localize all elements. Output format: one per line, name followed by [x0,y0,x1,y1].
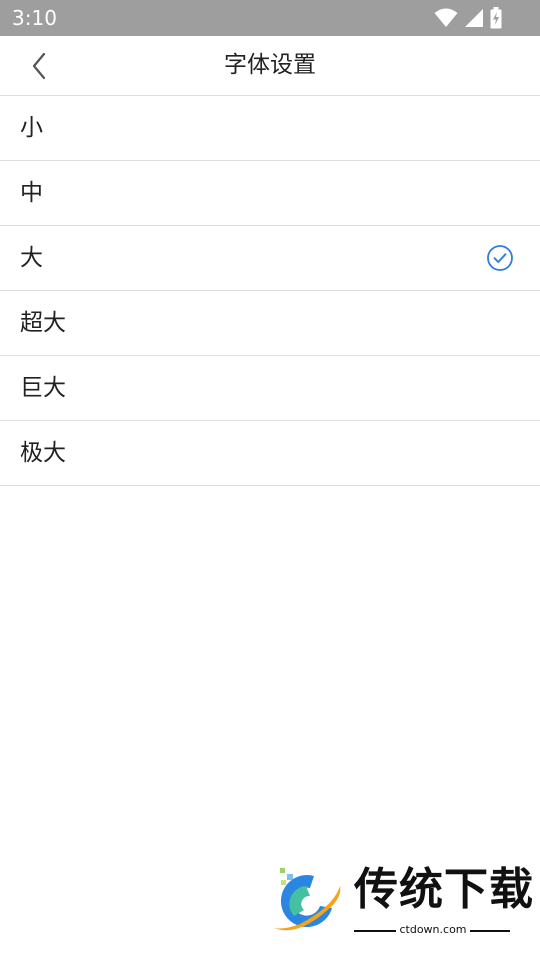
option-label: 大 [20,245,43,271]
option-label: 中 [20,180,43,206]
watermark-url: ctdown.com [399,923,467,936]
watermark-logo-icon [270,866,346,936]
option-label: 超大 [20,310,66,336]
font-size-option-huge[interactable]: 巨大 [0,356,540,421]
font-size-option-large[interactable]: 大 [0,226,540,291]
battery-charging-icon [490,7,502,29]
font-size-option-medium[interactable]: 中 [0,161,540,226]
status-bar: 3:10 [0,0,540,36]
font-size-option-extra-large[interactable]: 超大 [0,291,540,356]
watermark-title: 传统下载 [354,864,534,915]
header: 字体设置 [0,36,540,96]
cellular-signal-icon [464,8,484,28]
status-time: 3:10 [12,6,57,30]
option-label: 小 [20,115,43,141]
option-label: 巨大 [20,375,66,401]
option-label: 极大 [20,440,66,466]
wifi-icon [434,8,458,28]
watermark: 传统下载 ctdown.com [270,862,533,940]
font-size-option-maximum[interactable]: 极大 [0,421,540,486]
page-title: 字体设置 [224,52,316,78]
watermark-divider-left [354,930,396,932]
watermark-divider-right [470,930,510,932]
status-icons [434,7,502,29]
font-size-list: 小 中 大 超大 巨大 极大 [0,96,540,486]
check-circle-icon [486,244,514,272]
font-size-option-small[interactable]: 小 [0,96,540,161]
